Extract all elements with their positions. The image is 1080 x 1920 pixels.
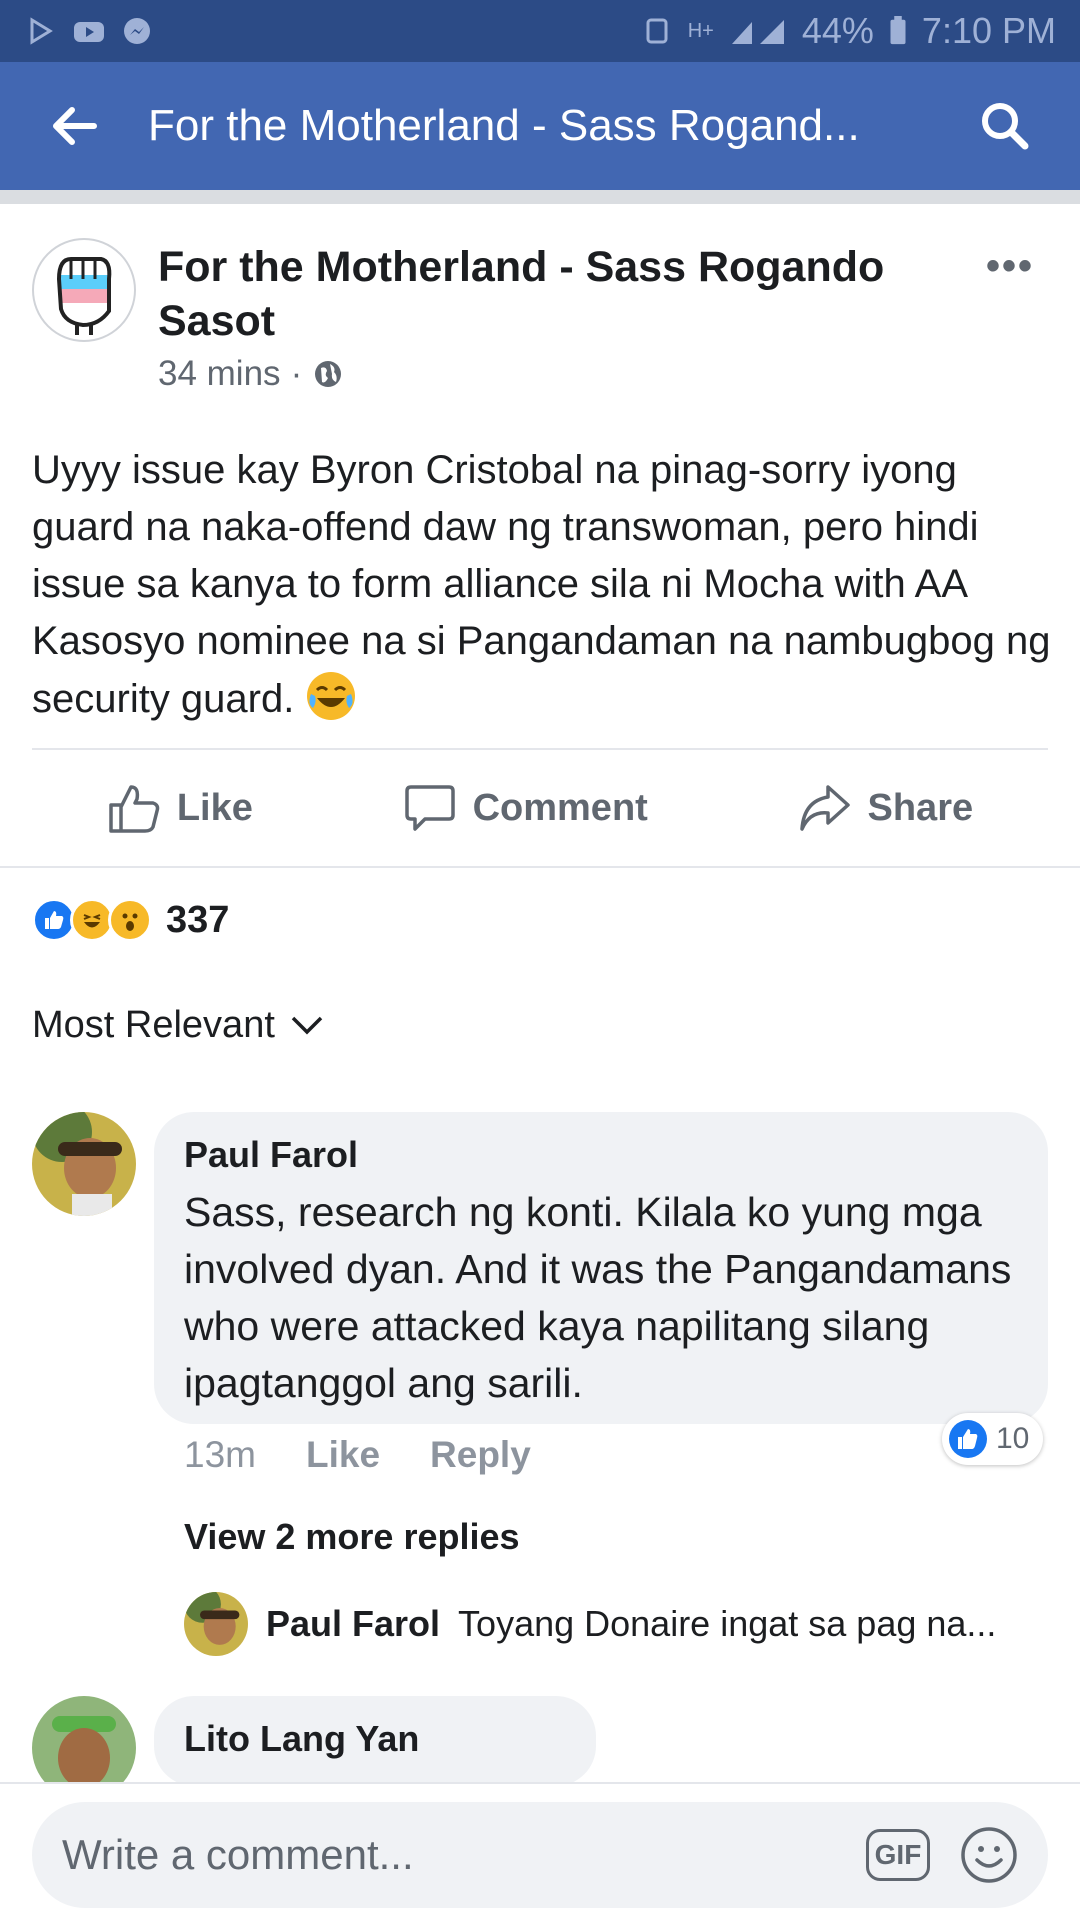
youtube-icon xyxy=(74,22,104,42)
wow-reaction-icon xyxy=(108,898,152,942)
comment-button[interactable]: Comment xyxy=(403,783,648,833)
back-arrow-icon xyxy=(53,107,97,145)
status-notifications xyxy=(24,16,154,46)
share-arrow-icon xyxy=(799,785,850,831)
comment-meta: 13m Like Reply xyxy=(184,1434,531,1476)
header-divider xyxy=(0,190,1080,204)
like-button[interactable]: Like xyxy=(107,783,253,833)
comment-composer-bar: Write a comment... GIF xyxy=(0,1782,1080,1920)
post-body: Uyyy issue kay Byron Cristobal na pinag-… xyxy=(32,442,1052,728)
network-type: H+ xyxy=(687,19,714,42)
battery-percent: 44% xyxy=(801,10,874,51)
gif-button[interactable]: GIF xyxy=(866,1829,930,1881)
emoji-smile-icon[interactable] xyxy=(960,1826,1018,1884)
view-more-replies-link[interactable]: View 2 more replies xyxy=(184,1516,520,1558)
search-button[interactable] xyxy=(930,62,1080,190)
post-meta: 34 mins · xyxy=(158,354,344,394)
comment-label: Comment xyxy=(472,786,648,829)
share-button[interactable]: Share xyxy=(798,783,974,833)
play-store-icon xyxy=(30,17,53,45)
share-label: Share xyxy=(867,786,974,829)
laughing-crying-emoji-icon xyxy=(307,672,356,720)
thumbs-up-icon xyxy=(109,785,160,833)
comment-sort-dropdown[interactable]: Most Relevant xyxy=(32,1004,325,1047)
avatar-photo-icon xyxy=(32,1112,136,1216)
post-text: Uyyy issue kay Byron Cristobal na pinag-… xyxy=(32,448,1051,721)
app-header: For the Motherland - Sass Rogand... xyxy=(0,62,1080,190)
more-options-button[interactable]: ••• xyxy=(986,244,1034,289)
comment-bubble[interactable]: Lito Lang Yan xyxy=(154,1696,596,1786)
sim-icon xyxy=(646,18,668,44)
page-avatar[interactable] xyxy=(32,238,136,342)
comment-reply-button[interactable]: Reply xyxy=(430,1434,531,1476)
reply-preview[interactable]: Paul Farol Toyang Donaire ingat sa pag n… xyxy=(184,1592,1044,1656)
page-name[interactable]: For the Motherland - Sass Rogando Sasot xyxy=(158,240,918,348)
messenger-icon xyxy=(124,18,150,44)
comment-bubble-icon xyxy=(404,785,455,831)
clock: 7:10 PM xyxy=(921,10,1056,51)
reply-author: Paul Farol xyxy=(266,1603,441,1644)
comment-like-button[interactable]: Like xyxy=(306,1434,380,1476)
meta-separator: · xyxy=(290,354,303,393)
sort-label: Most Relevant xyxy=(32,1004,275,1046)
comment-like-badge[interactable]: 10 xyxy=(942,1413,1044,1465)
signal-icon xyxy=(731,20,784,44)
reaction-count: 337 xyxy=(166,898,230,941)
reply-text: Toyang Donaire ingat sa pag na... xyxy=(458,1603,997,1644)
like-reaction-icon xyxy=(949,1420,987,1458)
status-bar: H+ 44% 7:10 PM xyxy=(0,0,1080,62)
comment-bubble[interactable]: Paul Farol Sass, research ng konti. Kila… xyxy=(154,1112,1048,1424)
reply-avatar xyxy=(184,1592,248,1656)
reactions-summary[interactable]: 337 xyxy=(32,898,229,942)
comment-author[interactable]: Paul Farol xyxy=(184,1134,1018,1176)
raised-fist-icon xyxy=(56,257,112,335)
comment-input[interactable]: Write a comment... GIF xyxy=(32,1802,1048,1908)
actions-divider xyxy=(0,866,1080,868)
like-label: Like xyxy=(176,786,253,829)
comment-author[interactable]: Lito Lang Yan xyxy=(184,1718,566,1760)
post-actions: Like Comment Share xyxy=(32,748,1048,866)
commenter-avatar[interactable] xyxy=(32,1112,136,1216)
globe-icon xyxy=(315,361,342,387)
comment-placeholder: Write a comment... xyxy=(62,1831,414,1878)
search-icon xyxy=(982,103,1029,150)
comment-time: 13m xyxy=(184,1434,256,1475)
comment-text: Sass, research ng konti. Kilala ko yung … xyxy=(184,1189,1012,1406)
comment-like-count: 10 xyxy=(996,1422,1030,1455)
chevron-down-icon xyxy=(291,1016,323,1034)
post-time[interactable]: 34 mins xyxy=(158,354,281,394)
battery-icon xyxy=(890,16,906,45)
avatar-photo-icon xyxy=(184,1592,248,1656)
back-button[interactable] xyxy=(0,62,148,190)
status-system: H+ 44% 7:10 PM xyxy=(640,10,1056,52)
page-title: For the Motherland - Sass Rogand... xyxy=(148,101,860,150)
